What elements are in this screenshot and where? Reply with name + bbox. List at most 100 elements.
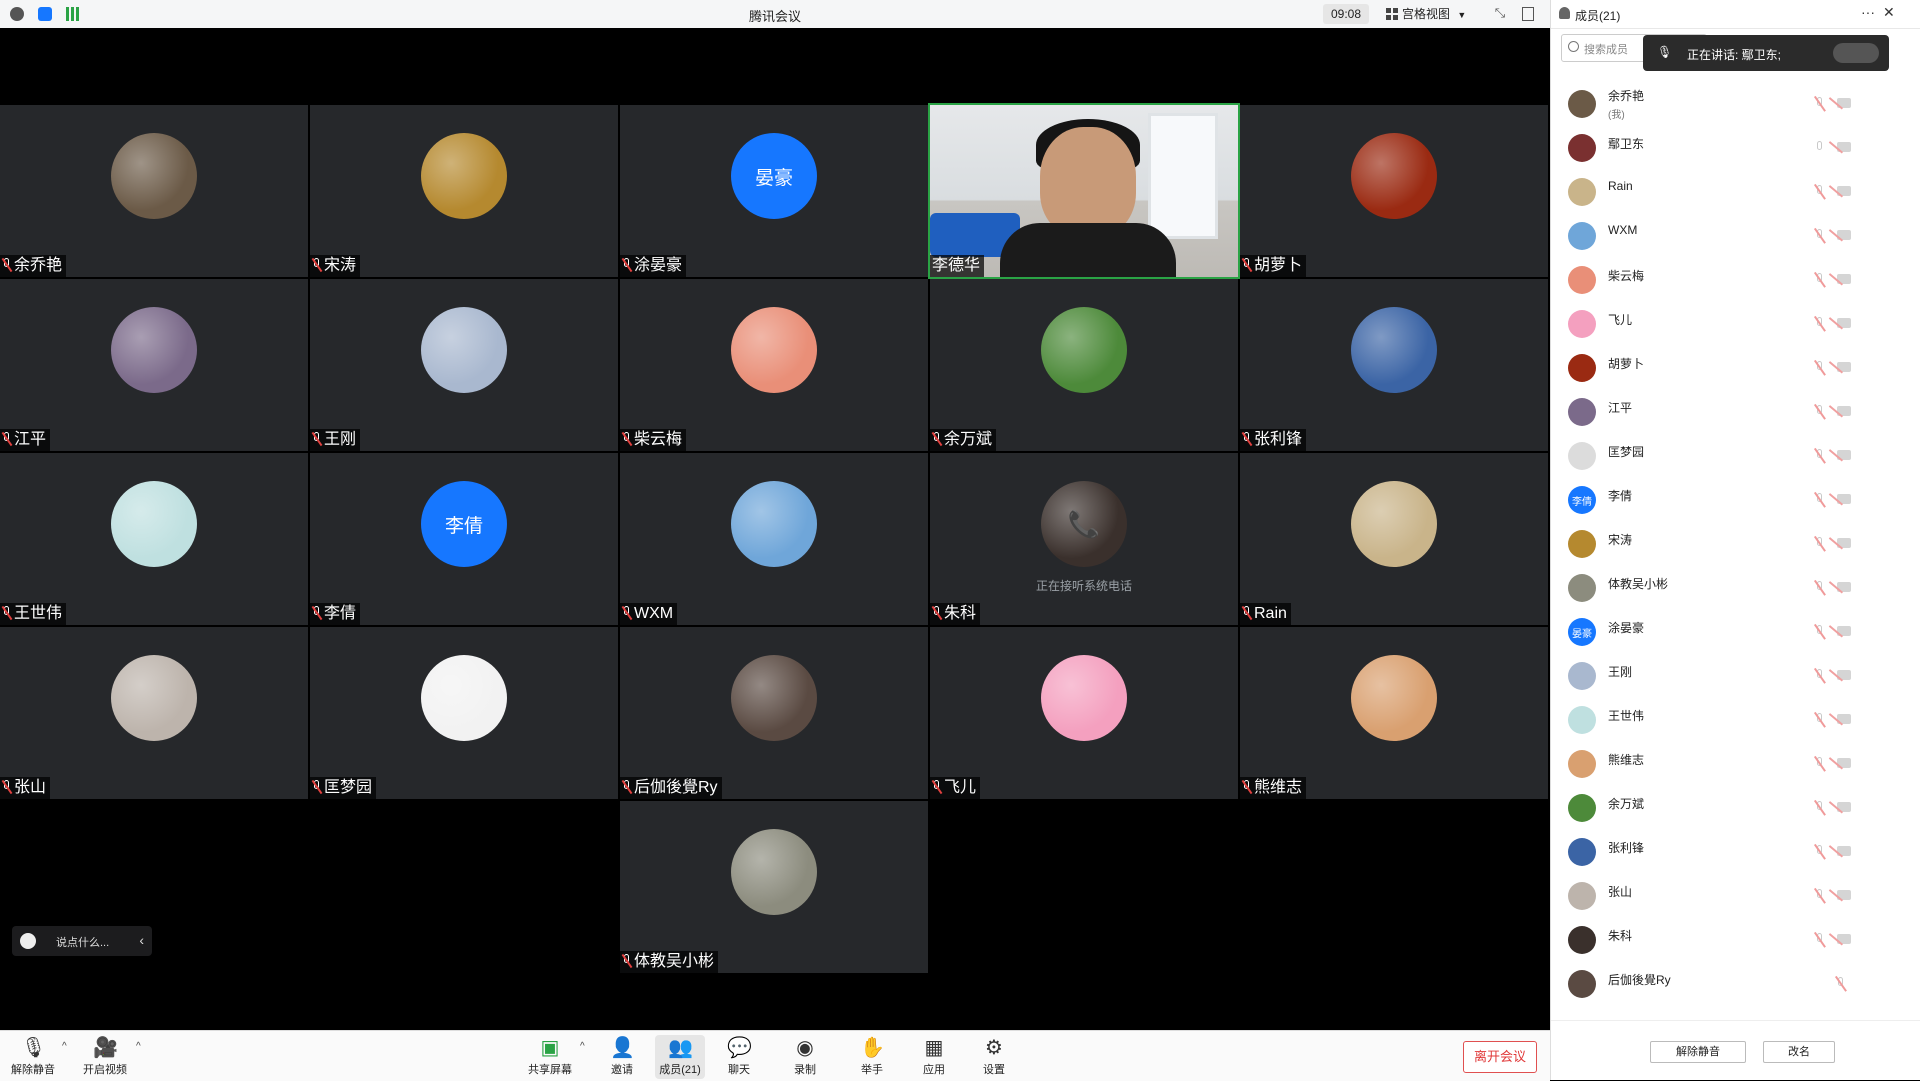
member-row[interactable]: 胡萝卜 (1551, 346, 1920, 390)
participant-tile[interactable]: 柴云梅 (620, 279, 928, 451)
members-button[interactable]: 👥 成员(21) (655, 1035, 705, 1079)
video-options-caret[interactable]: ^ (136, 1041, 141, 1052)
camera-off-icon[interactable] (1837, 582, 1851, 592)
participant-tile[interactable]: 匡梦园 (310, 627, 618, 799)
camera-off-icon[interactable] (1837, 714, 1851, 724)
member-row[interactable]: WXM (1551, 214, 1920, 258)
camera-off-icon[interactable] (1837, 406, 1851, 416)
camera-off-icon[interactable] (1837, 318, 1851, 328)
mic-muted-icon[interactable] (1835, 976, 1847, 992)
camera-off-icon[interactable] (1837, 538, 1851, 548)
mic-muted-icon[interactable] (1814, 228, 1826, 244)
camera-off-icon[interactable] (1837, 670, 1851, 680)
member-row[interactable]: 张利锋 (1551, 830, 1920, 874)
participant-tile[interactable]: Rain (1240, 453, 1548, 625)
sidebar-toggle-icon[interactable] (1522, 7, 1534, 21)
member-row[interactable]: 体教吴小彬 (1551, 566, 1920, 610)
participant-tile[interactable]: 江平 (0, 279, 308, 451)
member-row[interactable]: 朱科 (1551, 918, 1920, 962)
member-row[interactable]: 晏豪 涂晏豪 (1551, 610, 1920, 654)
camera-off-icon[interactable] (1837, 274, 1851, 284)
participant-tile[interactable]: 体教吴小彬 (620, 801, 928, 973)
rename-button[interactable]: 改名 (1763, 1041, 1835, 1063)
participant-tile[interactable]: 余万斌 (930, 279, 1238, 451)
camera-off-icon[interactable] (1837, 186, 1851, 196)
camera-off-icon[interactable] (1837, 934, 1851, 944)
mic-muted-icon[interactable] (1814, 932, 1826, 948)
mic-muted-icon[interactable] (1814, 668, 1826, 684)
member-row[interactable]: 熊维志 (1551, 742, 1920, 786)
camera-off-icon[interactable] (1837, 802, 1851, 812)
unmute-button[interactable]: 🎙 解除静音 (8, 1035, 58, 1079)
participant-video-tile[interactable]: 李德华 (928, 103, 1240, 279)
participant-tile[interactable]: WXM (620, 453, 928, 625)
mic-muted-icon[interactable] (1814, 272, 1826, 288)
mic-muted-icon[interactable] (1814, 96, 1826, 112)
mic-muted-icon[interactable] (1814, 624, 1826, 640)
share-options-caret[interactable]: ^ (580, 1041, 585, 1052)
member-row[interactable]: 柴云梅 (1551, 258, 1920, 302)
mic-muted-icon[interactable] (1814, 756, 1826, 772)
participant-tile[interactable]: 张山 (0, 627, 308, 799)
settings-button[interactable]: ⚙ 设置 (969, 1035, 1019, 1079)
camera-off-icon[interactable] (1837, 230, 1851, 240)
participant-tile[interactable]: 王世伟 (0, 453, 308, 625)
camera-off-icon[interactable] (1837, 626, 1851, 636)
member-row[interactable]: 余万斌 (1551, 786, 1920, 830)
camera-off-icon[interactable] (1837, 142, 1851, 152)
view-switch-button[interactable]: 宫格视图 ▼ (1386, 4, 1480, 24)
mic-muted-icon[interactable] (1814, 712, 1826, 728)
chat-input-bar[interactable]: 说点什么... ‹ (12, 926, 152, 956)
member-row[interactable]: 宋涛 (1551, 522, 1920, 566)
member-row[interactable]: 余乔艳 (我) (1551, 82, 1920, 126)
more-icon[interactable]: ··· (1861, 4, 1875, 20)
mic-muted-icon[interactable] (1814, 536, 1826, 552)
member-row[interactable]: 张山 (1551, 874, 1920, 918)
audio-options-caret[interactable]: ^ (62, 1041, 67, 1052)
mic-muted-icon[interactable] (1814, 404, 1826, 420)
mic-muted-icon[interactable] (1814, 492, 1826, 508)
member-row[interactable]: 匡梦园 (1551, 434, 1920, 478)
participant-tile[interactable]: 熊维志 (1240, 627, 1548, 799)
member-row[interactable]: 王世伟 (1551, 698, 1920, 742)
member-row[interactable]: 李倩 李倩 (1551, 478, 1920, 522)
member-row[interactable]: 鄢卫东 (1551, 126, 1920, 170)
raise-hand-button[interactable]: ✋ 举手 (847, 1035, 897, 1079)
mic-icon[interactable] (1814, 140, 1826, 156)
camera-off-icon[interactable] (1837, 846, 1851, 856)
mic-muted-icon[interactable] (1814, 580, 1826, 596)
invite-button[interactable]: 👤 邀请 (597, 1035, 647, 1079)
exit-fullscreen-icon[interactable]: ⤡ (1493, 6, 1507, 20)
member-row[interactable]: Rain (1551, 170, 1920, 214)
member-row[interactable]: 江平 (1551, 390, 1920, 434)
participant-tile[interactable]: 王刚 (310, 279, 618, 451)
leave-meeting-button[interactable]: 离开会议 (1463, 1041, 1537, 1073)
camera-off-icon[interactable] (1837, 362, 1851, 372)
camera-off-icon[interactable] (1837, 758, 1851, 768)
member-row[interactable]: 飞儿 (1551, 302, 1920, 346)
camera-off-icon[interactable] (1837, 98, 1851, 108)
unmute-all-button[interactable]: 解除静音 (1650, 1041, 1746, 1063)
mic-muted-icon[interactable] (1814, 316, 1826, 332)
participant-tile[interactable]: 宋涛 (310, 105, 618, 277)
camera-off-icon[interactable] (1837, 494, 1851, 504)
chevron-left-icon[interactable]: ‹ (139, 932, 144, 948)
mic-muted-icon[interactable] (1814, 448, 1826, 464)
member-row[interactable]: 后伽後覺Ry (1551, 962, 1920, 1006)
member-row[interactable]: 王刚 (1551, 654, 1920, 698)
participant-tile[interactable]: 余乔艳 (0, 105, 308, 277)
participant-tile[interactable]: 后伽後覺Ry (620, 627, 928, 799)
mic-muted-icon[interactable] (1814, 184, 1826, 200)
camera-off-icon[interactable] (1837, 890, 1851, 900)
start-video-button[interactable]: 🎥 开启视频 (80, 1035, 130, 1079)
participant-tile[interactable]: 李倩 李倩 (310, 453, 618, 625)
close-icon[interactable]: ✕ (1883, 4, 1895, 21)
participant-tile[interactable]: 晏豪 涂晏豪 (620, 105, 928, 277)
participant-tile[interactable]: 张利锋 (1240, 279, 1548, 451)
chat-button[interactable]: 💬 聊天 (714, 1035, 764, 1079)
mic-muted-icon[interactable] (1814, 888, 1826, 904)
apps-button[interactable]: ▦ 应用 (909, 1035, 959, 1079)
camera-off-icon[interactable] (1837, 450, 1851, 460)
mic-muted-icon[interactable] (1814, 800, 1826, 816)
participant-tile[interactable]: 胡萝卜 (1240, 105, 1548, 277)
